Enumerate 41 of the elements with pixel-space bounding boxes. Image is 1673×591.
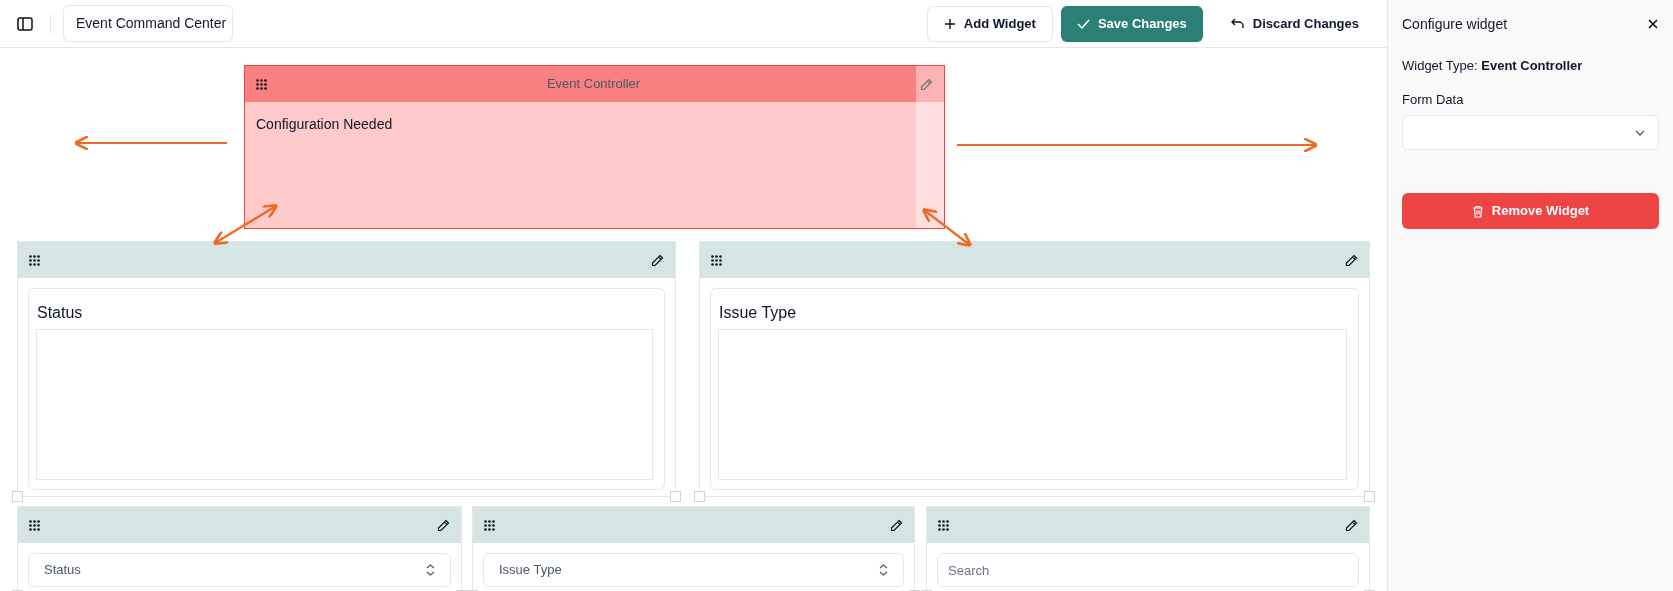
add-widget-button[interactable]: Add Widget <box>926 5 1053 42</box>
widget-type-text: Widget Type: Event Controller <box>1402 57 1584 75</box>
chart-title: Status <box>37 303 84 323</box>
chevron-up-down-icon <box>879 564 888 576</box>
chevron-up-down-icon <box>426 564 435 576</box>
undo-icon <box>1230 18 1245 29</box>
sidebar-toggle-icon[interactable] <box>16 14 34 33</box>
trash-icon <box>1471 204 1484 218</box>
drag-handle-icon[interactable] <box>29 519 40 531</box>
plus-icon <box>943 17 956 30</box>
diagonal-arrow <box>212 204 279 245</box>
status-message: Configuration Needed <box>255 115 394 134</box>
edit-icon[interactable] <box>890 518 903 532</box>
resize-handle-icon[interactable] <box>694 491 705 502</box>
edit-icon[interactable] <box>437 518 450 532</box>
search-field[interactable]: Search <box>937 553 1359 587</box>
remove-widget-button[interactable]: Remove Widget <box>1402 193 1659 229</box>
close-icon[interactable] <box>1647 18 1659 30</box>
check-icon <box>1076 18 1090 29</box>
edit-icon[interactable] <box>1345 518 1358 532</box>
drag-handle-icon[interactable] <box>256 78 267 90</box>
chart-title: Issue Type <box>719 303 798 323</box>
drag-handle-icon[interactable] <box>711 254 722 266</box>
form-data-label: Form Data <box>1402 90 1465 109</box>
edit-icon[interactable] <box>651 253 664 267</box>
drag-handle-icon[interactable] <box>29 254 40 266</box>
panel-title: Configure widget <box>1402 14 1508 34</box>
resize-handle-icon[interactable] <box>12 491 23 502</box>
discard-changes-button[interactable]: Discard Changes <box>1214 5 1375 42</box>
save-changes-button[interactable]: Save Changes <box>1060 5 1203 42</box>
resize-handle-icon[interactable] <box>1364 491 1375 502</box>
chevron-down-icon <box>1634 128 1646 137</box>
drag-handle-icon[interactable] <box>938 519 949 531</box>
select-field[interactable]: Issue Type <box>483 553 904 587</box>
resize-handle-icon[interactable] <box>670 491 681 502</box>
drag-handle-icon[interactable] <box>484 519 495 531</box>
edit-icon[interactable] <box>1345 253 1358 267</box>
select-field[interactable]: Status <box>28 553 451 587</box>
diagonal-arrow <box>921 207 973 248</box>
widget-title: Event Controller <box>545 75 642 94</box>
dashboard-name-field[interactable]: Event Command Center <box>63 5 233 42</box>
